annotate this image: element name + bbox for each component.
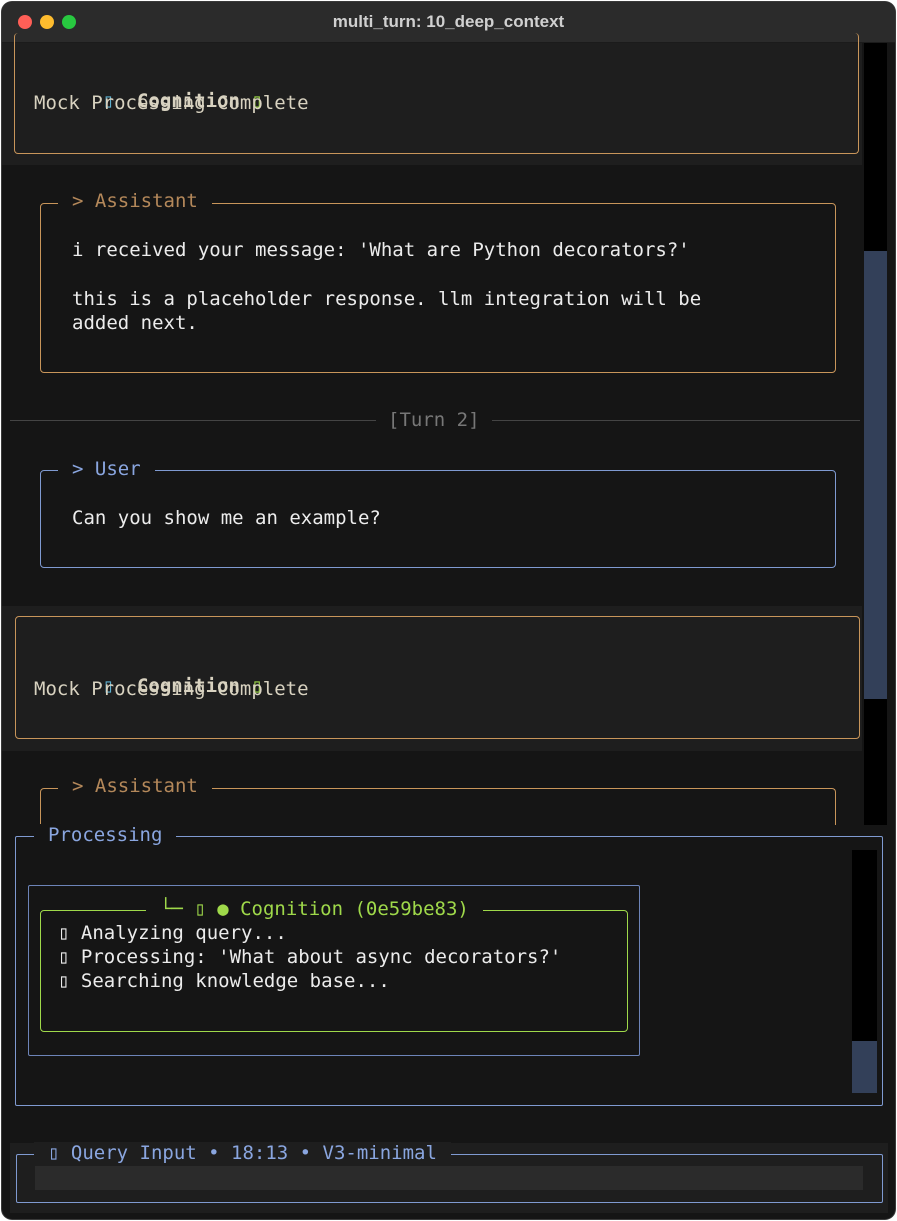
processing-step: ▯ Processing: 'What about async decorato… (58, 946, 562, 968)
turn-divider-label: [Turn 2] (376, 409, 492, 431)
terminal-window: multi_turn: 10_deep_context ▯ Cognition … (2, 2, 895, 1219)
query-input[interactable] (35, 1166, 863, 1190)
step-icon: ▯ (58, 970, 70, 992)
assistant-text-line-1: i received your message: 'What are Pytho… (72, 239, 690, 261)
assistant-text-line-3: added next. (72, 312, 198, 334)
assistant-label: > Assistant (58, 190, 212, 212)
query-input-label: ▯ Query Input • 18:13 • V3-minimal (34, 1142, 451, 1164)
processing-label: Processing (34, 824, 177, 846)
window-title: multi_turn: 10_deep_context (332, 12, 565, 31)
cognition-status: Mock Processing Complete (34, 678, 309, 700)
cognition-progress-header: └─ ▯ ● Cognition (0e59be83) (146, 898, 483, 920)
processing-scrollbar-thumb[interactable] (852, 1041, 877, 1093)
chat-scroll-area[interactable]: ▯ Cognition ▯ Mock Processing Complete >… (2, 33, 895, 1219)
step-icon: ▯ (58, 946, 70, 968)
assistant-text-line-2: this is a placeholder response. llm inte… (72, 288, 702, 310)
cognition-status-top: Mock Processing Complete (34, 92, 309, 114)
processing-step: ▯ Analyzing query... (58, 922, 287, 944)
assistant-label-2: > Assistant (58, 775, 212, 797)
step-icon: ▯ (58, 922, 70, 944)
user-label: > User (58, 458, 155, 480)
chat-scrollbar-thumb[interactable] (864, 251, 887, 699)
processing-step: ▯ Searching knowledge base... (58, 970, 390, 992)
user-message-text: Can you show me an example? (72, 507, 381, 529)
